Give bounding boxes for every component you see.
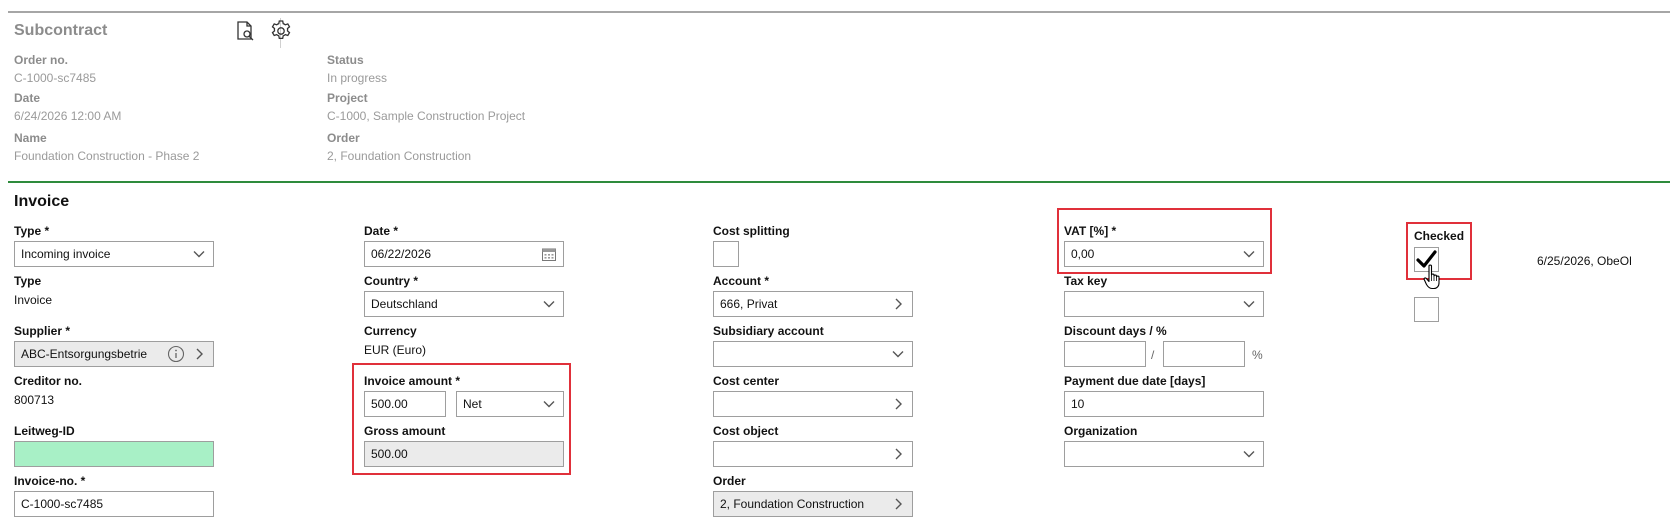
payment-due-label: Payment due date [days] [1064,374,1206,388]
document-search-icon [237,21,254,41]
type-select-value: Incoming invoice [21,247,111,261]
subsidiary-account-label: Subsidiary account [713,324,824,338]
top-divider [8,11,1670,13]
cost-splitting-checkbox[interactable] [713,241,739,267]
chevron-right-icon[interactable] [890,296,906,312]
gear-icon [271,20,291,40]
invoice-no-label: Invoice-no. * [14,474,86,488]
subsidiary-account-select[interactable] [713,341,913,367]
currency-label: Currency [364,324,417,338]
supplier-label: Supplier * [14,324,71,338]
discount-separator: / [1151,348,1155,362]
discount-label: Discount days / % [1064,324,1167,338]
organization-label: Organization [1064,424,1138,438]
payment-due-value: 10 [1071,397,1085,411]
type-static-value: Invoice [14,293,53,307]
chevron-down-icon [1243,301,1255,308]
amount-mode-select[interactable]: Net [456,391,564,417]
discount-days-input[interactable] [1064,341,1146,367]
status-value: In progress [327,71,388,85]
account-field[interactable]: 666, Privat [713,291,913,317]
invoice-amount-value: 500.00 [371,397,408,411]
account-value: 666, Privat [720,297,778,311]
chevron-down-icon [1243,251,1255,258]
discount-percent-unit: % [1252,348,1263,362]
account-label: Account * [713,274,770,288]
type-select[interactable]: Incoming invoice [14,241,214,267]
cost-object-field[interactable] [713,441,913,467]
country-value: Deutschland [371,297,438,311]
chevron-right-icon[interactable] [890,396,906,412]
gross-amount-field: 500.00 [364,441,564,467]
chevron-down-icon [1243,451,1255,458]
order-no-label: Order no. [14,53,69,67]
vat-value: 0,00 [1071,247,1095,261]
date-label: Date [14,91,41,105]
chevron-down-icon [193,251,205,258]
invoice-order-value: 2, Foundation Construction [720,497,865,511]
status-label: Status [327,53,364,67]
chevron-down-icon [892,351,904,358]
invoice-amount-label: Invoice amount * [364,374,461,388]
preview-button[interactable] [230,16,260,46]
chevron-right-icon[interactable] [191,346,207,362]
settings-button[interactable] [266,16,296,46]
page-title: Subcontract [14,22,108,39]
invoice-amount-input[interactable]: 500.00 [364,391,446,417]
type-static-label: Type [14,274,42,288]
payment-due-input[interactable]: 10 [1064,391,1264,417]
country-select[interactable]: Deutschland [364,291,564,317]
type-label: Type * [14,224,50,238]
cost-center-label: Cost center [713,374,780,388]
vat-select[interactable]: 0,00 [1064,241,1264,267]
project-label: Project [327,91,368,105]
order-no-value: C-1000-sc7485 [14,71,97,85]
discount-percent-input[interactable] [1163,341,1245,367]
currency-value: EUR (Euro) [364,343,427,357]
checked-info: 6/25/2026, ObeOl [1537,254,1632,268]
second-checkbox[interactable] [1414,297,1439,322]
creditor-no-value: 800713 [14,393,55,407]
leitweg-id-input[interactable] [14,441,214,467]
leitweg-id-label: Leitweg-ID [14,424,75,438]
invoice-section-title: Invoice [14,193,70,210]
order-value: 2, Foundation Construction [327,149,472,163]
tax-key-select[interactable] [1064,291,1264,317]
chevron-down-icon [543,301,555,308]
vat-label: VAT [%] * [1064,224,1117,238]
name-label: Name [14,131,47,145]
invoice-no-value: C-1000-sc7485 [21,497,104,511]
country-label: Country * [364,274,418,288]
date-field-label: Date * [364,224,399,238]
cost-center-field[interactable] [713,391,913,417]
amount-mode-value: Net [463,397,482,411]
order-label: Order [327,131,360,145]
name-value: Foundation Construction - Phase 2 [14,149,200,163]
chevron-right-icon[interactable] [890,496,906,512]
hand-cursor-icon [1423,264,1440,290]
invoice-order-label: Order [713,474,746,488]
cost-splitting-label: Cost splitting [713,224,790,238]
info-icon[interactable] [167,345,185,363]
supplier-value: ABC-Entsorgungsbetrie [21,347,148,361]
section-divider [8,181,1670,183]
date-input-value: 06/22/2026 [371,247,432,261]
chevron-right-icon[interactable] [890,446,906,462]
tax-key-label: Tax key [1064,274,1108,288]
gross-amount-value: 500.00 [371,447,408,461]
gross-amount-label: Gross amount [364,424,446,438]
checked-label: Checked [1414,229,1465,243]
supplier-field[interactable]: ABC-Entsorgungsbetrie [14,341,214,367]
calendar-icon[interactable] [541,246,557,262]
project-value: C-1000, Sample Construction Project [327,109,526,123]
chevron-down-icon [543,401,555,408]
invoice-order-field[interactable]: 2, Foundation Construction [713,491,913,517]
organization-select[interactable] [1064,441,1264,467]
creditor-no-label: Creditor no. [14,374,82,388]
date-value: 6/24/2026 12:00 AM [14,109,122,123]
date-input[interactable]: 06/22/2026 [364,241,564,267]
cost-object-label: Cost object [713,424,779,438]
invoice-no-input[interactable]: C-1000-sc7485 [14,491,214,517]
